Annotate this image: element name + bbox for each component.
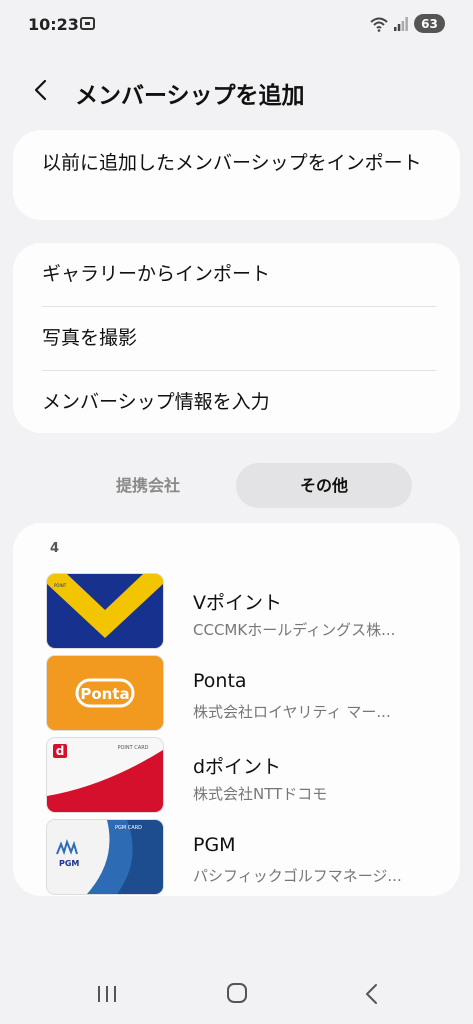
import-previous-card[interactable]: 以前に追加したメンバーシップをインポート [13,130,460,220]
back-arrow-icon[interactable] [30,78,54,102]
screen-record-icon [80,17,95,30]
ponta-card-text: Ponta [80,685,129,703]
add-options-card: ギャラリーからインポート 写真を撮影 メンバーシップ情報を入力 [13,243,460,433]
dpoint-logo-icon: d POINT CARD [47,738,163,812]
status-bar: 10:23 63 [0,0,473,50]
nav-back-icon[interactable] [362,982,382,1006]
status-icons: 63 [370,14,445,33]
pgm-card-text: PGM [59,859,79,868]
pgm-logo-icon: PGM CARD PGM [47,820,163,894]
app-header: メンバーシップを追加 [0,60,473,120]
enter-info-option[interactable]: メンバーシップ情報を入力 [42,371,436,433]
dpoint-card-text: POINT CARD [117,745,148,751]
list-item-vpoint[interactable]: POINT Vポイント CCCMKホールディングス株... [13,574,460,652]
category-tabs: 提携会社 その他 [60,463,412,508]
system-nav-bar [0,970,473,1020]
tab-partners[interactable]: 提携会社 [60,463,236,508]
list-item-ponta[interactable]: Ponta Ponta 株式会社ロイヤリティ マー... [13,656,460,734]
import-previous-label: 以前に追加したメンバーシップをインポート [42,152,422,174]
status-time: 10:23 [28,15,79,34]
wifi-icon [370,17,388,32]
take-photo-option[interactable]: 写真を撮影 [42,307,436,369]
item-name: PGM [193,834,236,856]
item-company: パシフィックゴルフマネージ... [193,867,402,885]
dpoint-card-letter: d [56,744,65,758]
item-company: 株式会社NTTドコモ [193,785,328,803]
vpoint-logo-icon: POINT [47,574,163,648]
item-company: CCCMKホールディングス株... [193,621,396,639]
item-name: dポイント [193,756,282,778]
ponta-logo-icon: Ponta [47,656,163,730]
pgm-card-header: PGM CARD [115,825,142,831]
vpoint-card-image: POINT [47,574,163,648]
tab-other[interactable]: その他 [236,463,412,508]
dpoint-card-image: d POINT CARD [47,738,163,812]
recent-apps-icon[interactable] [96,985,118,1003]
home-icon[interactable] [227,983,247,1003]
ponta-card-image: Ponta [47,656,163,730]
page-title: メンバーシップを追加 [75,83,305,109]
item-company: 株式会社ロイヤリティ マー... [193,703,391,721]
import-from-gallery-option[interactable]: ギャラリーからインポート [42,243,436,305]
pgm-card-image: PGM CARD PGM [47,820,163,894]
membership-list-card: 4 POINT Vポイント CCCMKホールディングス株... Ponta Po… [13,523,460,896]
vpoint-card-text: POINT [54,583,67,588]
item-name: Ponta [193,670,247,692]
list-item-dpoint[interactable]: d POINT CARD dポイント 株式会社NTTドコモ [13,738,460,816]
signal-icon [394,16,408,31]
list-item-pgm[interactable]: PGM CARD PGM PGM パシフィックゴルフマネージ... [13,820,460,898]
item-name: Vポイント [193,592,282,614]
item-count: 4 [50,541,60,556]
battery-indicator: 63 [414,14,445,33]
